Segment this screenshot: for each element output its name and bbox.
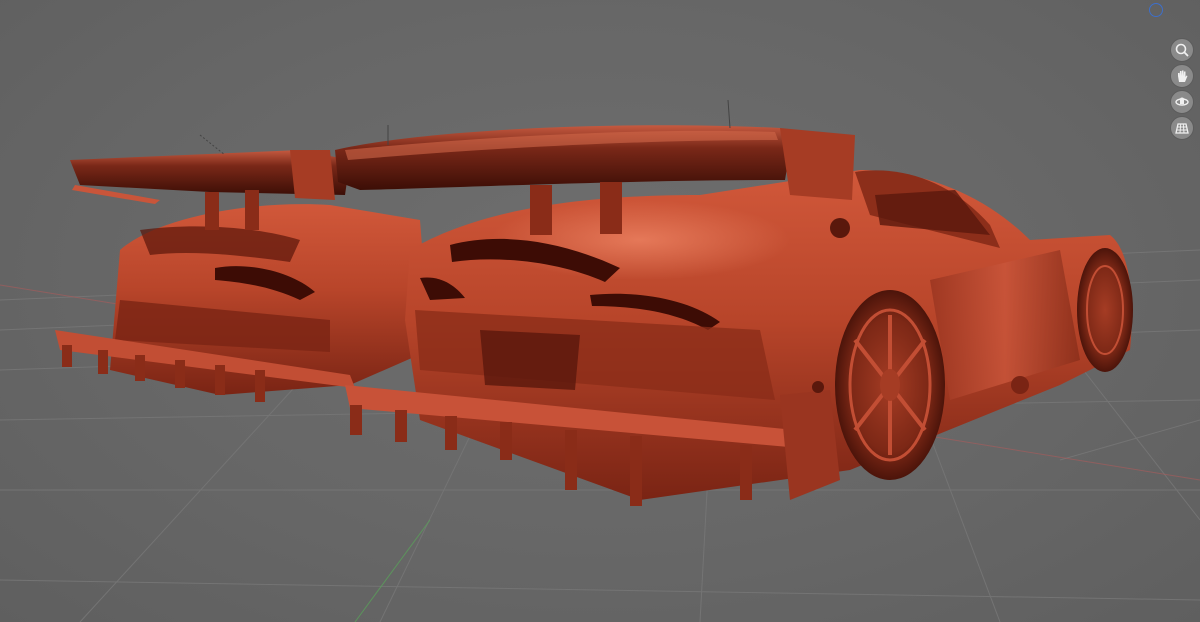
viewport-scene[interactable] bbox=[0, 0, 1200, 622]
y-axis-line bbox=[354, 519, 431, 622]
orbit-button[interactable] bbox=[1170, 90, 1194, 114]
viewport-toolbar bbox=[1170, 38, 1196, 140]
grid-button[interactable] bbox=[1170, 116, 1194, 140]
pan-button[interactable] bbox=[1170, 64, 1194, 88]
orbit-icon bbox=[1175, 97, 1189, 106]
grid-icon bbox=[1175, 123, 1189, 134]
zoom-button[interactable] bbox=[1170, 38, 1194, 62]
axis-gizmo-icon[interactable] bbox=[1149, 3, 1163, 17]
magnifier-icon bbox=[1175, 43, 1189, 57]
hand-icon bbox=[1178, 70, 1188, 82]
3d-viewport[interactable] bbox=[0, 0, 1200, 622]
